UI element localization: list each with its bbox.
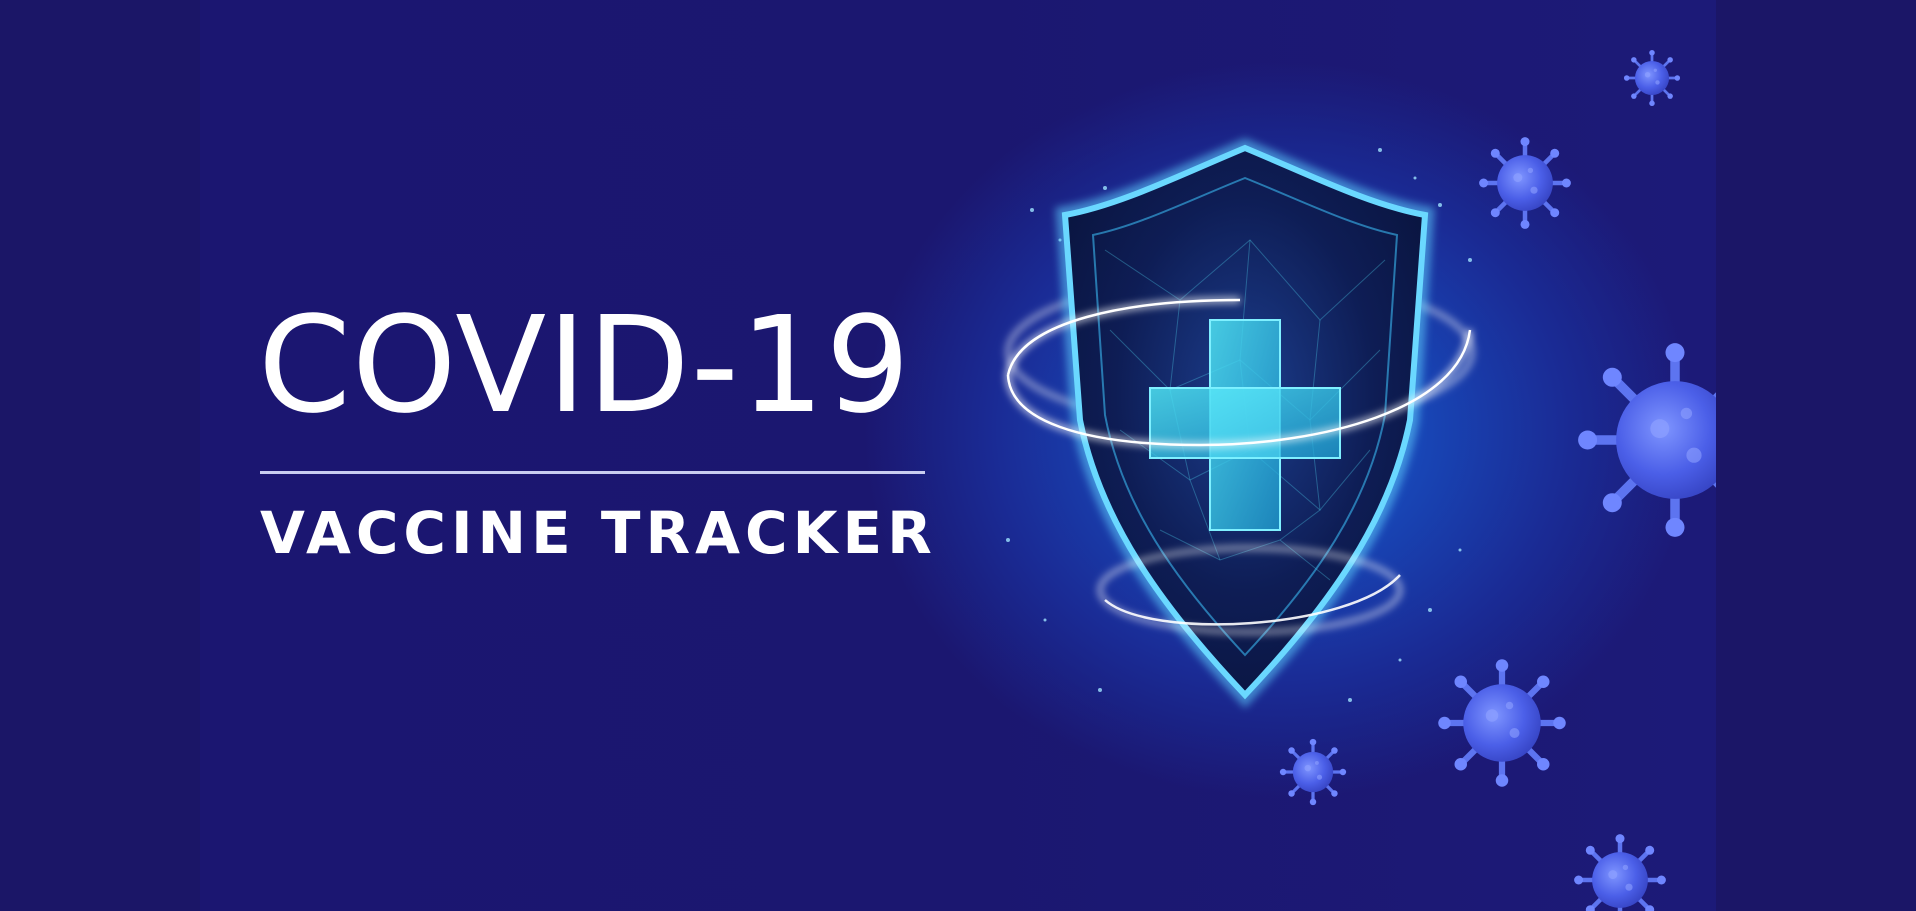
banner-subtitle: VACCINE TRACKER [260,499,937,567]
vaccine-tracker-banner: COVID-19 VACCINE TRACKER [200,0,1716,911]
title-divider [260,471,925,474]
title-block: COVID-19 VACCINE TRACKER [258,289,937,567]
banner-title: COVID-19 [258,289,912,443]
page: COVID-19 VACCINE TRACKER [0,0,1916,911]
